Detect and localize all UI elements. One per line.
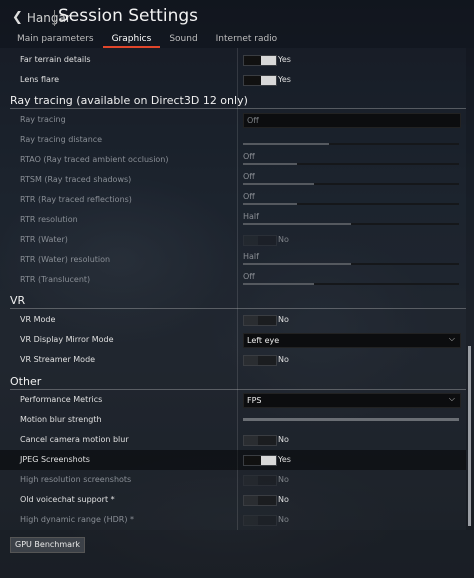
rtr-slider[interactable]: Off xyxy=(243,192,459,208)
tab-internet-radio[interactable]: Internet radio xyxy=(207,32,287,48)
setting-high-resolution-screenshots: High resolution screenshots No xyxy=(20,475,289,486)
setting-vr-mode: VR Mode No xyxy=(20,315,289,326)
chevron-down-icon: ⌵ xyxy=(448,394,455,403)
vr-mirror-mode-select[interactable]: Left eye ⌵ xyxy=(243,333,461,348)
chevron-left-icon: ❮ xyxy=(12,10,23,25)
rtsm-slider[interactable]: Off xyxy=(243,172,459,188)
chevron-down-icon: ⌵ xyxy=(448,334,455,343)
setting-rtr-resolution: RTR resolution Half xyxy=(0,210,466,230)
rtao-slider[interactable]: Off xyxy=(243,152,459,168)
setting-ray-tracing-distance: Ray tracing distance xyxy=(0,130,466,150)
tab-graphics[interactable]: Graphics xyxy=(102,32,161,48)
section-divider xyxy=(10,308,466,309)
scrollbar-thumb[interactable] xyxy=(468,346,471,526)
ray-tracing-select[interactable]: Off xyxy=(243,113,461,128)
tab-main-parameters[interactable]: Main parameters xyxy=(8,32,103,48)
far-terrain-toggle[interactable] xyxy=(243,55,277,66)
hdr-toggle[interactable] xyxy=(243,515,277,526)
footer: GPU Benchmark xyxy=(0,530,474,578)
motion-blur-slider[interactable] xyxy=(243,418,459,421)
rtr-water-resolution-slider[interactable]: Half xyxy=(243,252,459,268)
gpu-benchmark-button[interactable]: GPU Benchmark xyxy=(10,537,85,553)
section-ray-tracing: Ray tracing (available on Direct3D 12 on… xyxy=(10,94,248,107)
tab-sound[interactable]: Sound xyxy=(160,32,206,48)
setting-rtr: RTR (Ray traced reflections) Off xyxy=(0,190,466,210)
section-other: Other xyxy=(10,375,42,388)
performance-metrics-select[interactable]: FPS ⌵ xyxy=(243,393,461,408)
setting-hdr: High dynamic range (HDR) * No xyxy=(20,515,289,526)
setting-cancel-camera-motion-blur: Cancel camera motion blur No xyxy=(20,435,289,446)
old-voicechat-toggle[interactable] xyxy=(243,495,277,506)
setting-rtr-translucent: RTR (Translucent) Off xyxy=(0,270,466,290)
rtr-translucent-slider[interactable]: Off xyxy=(243,272,459,288)
setting-rtao: RTAO (Ray traced ambient occlusion) Off xyxy=(0,150,466,170)
lens-flare-toggle[interactable] xyxy=(243,75,277,86)
cancel-motion-blur-toggle[interactable] xyxy=(243,435,277,446)
setting-vr-display-mirror-mode: VR Display Mirror Mode Left eye ⌵ xyxy=(0,330,466,350)
header-divider xyxy=(54,10,55,26)
scrollbar[interactable] xyxy=(466,48,474,530)
jpeg-screenshots-toggle[interactable] xyxy=(243,455,277,466)
vr-mode-toggle[interactable] xyxy=(243,315,277,326)
header: ❮ Hangar Session Settings Main parameter… xyxy=(0,0,474,48)
setting-rtr-water: RTR (Water) No xyxy=(20,235,289,246)
page-title: Session Settings xyxy=(58,6,198,26)
setting-ray-tracing: Ray tracing Off xyxy=(0,110,466,130)
setting-far-terrain-details: Far terrain details Yes xyxy=(20,55,291,66)
rtr-water-toggle[interactable] xyxy=(243,235,277,246)
settings-panel: Far terrain details Yes Lens flare Yes R… xyxy=(0,48,466,530)
ray-tracing-distance-slider[interactable] xyxy=(243,132,459,148)
setting-old-voicechat-support: Old voicechat support * No xyxy=(20,495,289,506)
section-vr: VR xyxy=(10,294,26,307)
setting-rtsm: RTSM (Ray traced shadows) Off xyxy=(0,170,466,190)
setting-vr-streamer-mode: VR Streamer Mode No xyxy=(20,355,289,366)
setting-motion-blur-strength: Motion blur strength xyxy=(0,410,466,430)
setting-jpeg-screenshots: JPEG Screenshots Yes xyxy=(0,450,466,470)
vr-streamer-toggle[interactable] xyxy=(243,355,277,366)
setting-performance-metrics: Performance Metrics FPS ⌵ xyxy=(0,390,466,410)
section-divider xyxy=(10,108,466,109)
setting-rtr-water-resolution: RTR (Water) resolution Half xyxy=(0,250,466,270)
rtr-resolution-slider[interactable]: Half xyxy=(243,212,459,228)
tab-bar: Main parameters Graphics Sound Internet … xyxy=(8,32,286,48)
setting-lens-flare: Lens flare Yes xyxy=(20,75,291,86)
high-res-screenshots-toggle[interactable] xyxy=(243,475,277,486)
